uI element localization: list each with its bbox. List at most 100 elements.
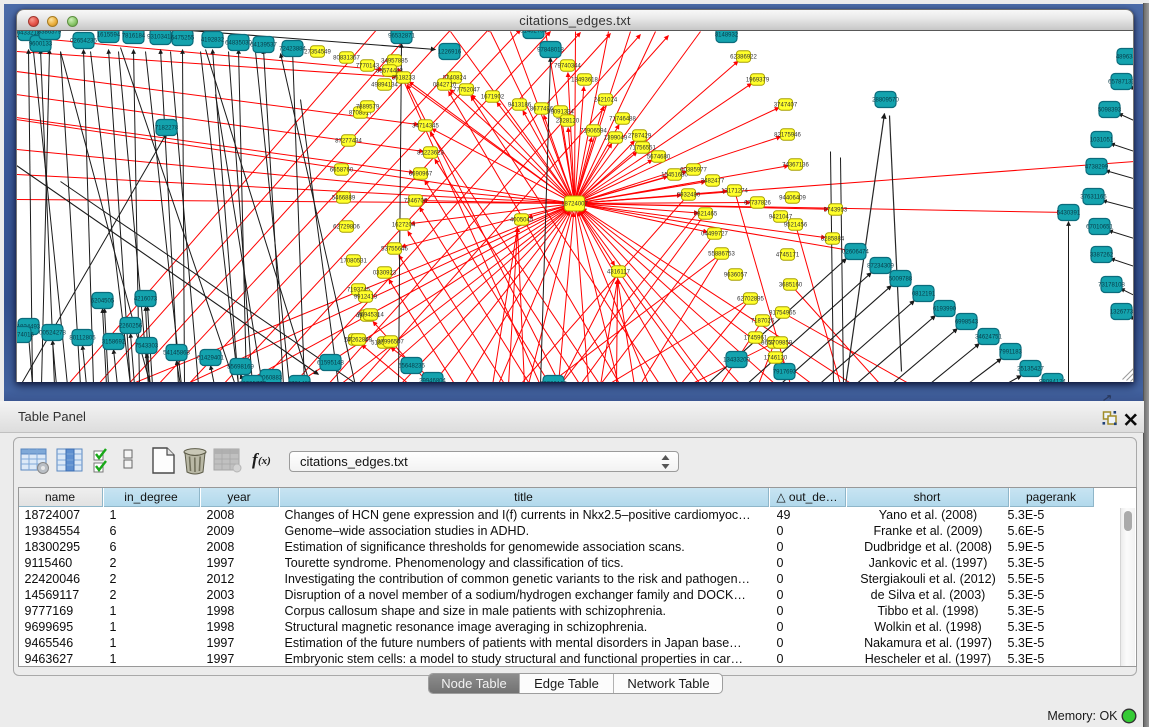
svg-text:98084124: 98084124 (1039, 380, 1066, 383)
svg-text:0330923: 0330923 (373, 271, 397, 277)
svg-text:5430391: 5430391 (1057, 211, 1081, 217)
svg-text:65787133: 65787133 (1108, 80, 1134, 86)
svg-text:3482477: 3482477 (701, 179, 725, 185)
svg-text:6998543: 6998543 (955, 320, 979, 326)
svg-text:97848018: 97848018 (537, 48, 564, 54)
svg-text:1399049: 1399049 (604, 136, 628, 142)
svg-text:3747407: 3747407 (774, 103, 798, 109)
svg-text:82175946: 82175946 (774, 133, 801, 139)
svg-text:9821465: 9821465 (694, 212, 718, 218)
svg-text:7543303: 7543303 (135, 344, 159, 350)
svg-text:51462704: 51462704 (520, 31, 547, 35)
svg-text:57262849: 57262849 (345, 338, 372, 344)
svg-text:04499727: 04499727 (701, 232, 728, 238)
svg-text:8721489: 8721489 (288, 382, 312, 383)
svg-text:3518233: 3518233 (392, 76, 416, 82)
svg-text:1746120: 1746120 (764, 356, 788, 362)
svg-text:1031051: 1031051 (1090, 138, 1114, 144)
svg-text:4192832: 4192832 (201, 38, 225, 44)
svg-text:4738299: 4738299 (1085, 165, 1109, 171)
svg-text:80831367: 80831367 (333, 56, 360, 62)
svg-text:62729806: 62729806 (333, 225, 360, 231)
svg-text:6690967: 6690967 (409, 172, 433, 178)
svg-text:37631165: 37631165 (1080, 195, 1107, 201)
svg-text:64139537: 64139537 (250, 43, 277, 49)
svg-text:0932480: 0932480 (677, 193, 701, 199)
svg-text:54145868: 54145868 (163, 351, 190, 357)
svg-text:9912419: 9912419 (354, 295, 378, 301)
svg-text:60385977: 60385977 (680, 168, 707, 174)
svg-text:1226916: 1226916 (438, 50, 462, 56)
svg-text:25135427: 25135427 (1017, 367, 1044, 373)
svg-text:3685160: 3685160 (779, 283, 803, 289)
svg-text:81223623: 81223623 (417, 151, 444, 157)
svg-text:4896383: 4896383 (1116, 55, 1134, 61)
svg-text:7816184: 7816184 (122, 34, 146, 40)
svg-text:02606474: 02606474 (842, 250, 869, 256)
svg-text:61595148: 61595148 (317, 361, 344, 367)
svg-text:7187026: 7187026 (751, 319, 775, 325)
svg-text:6204505: 6204505 (91, 299, 115, 305)
svg-text:8386379: 8386379 (38, 31, 62, 36)
svg-text:(x): (x) (258, 455, 271, 467)
svg-text:2787429: 2787429 (628, 134, 652, 140)
svg-text:80112805: 80112805 (69, 336, 96, 342)
svg-text:13171274: 13171274 (721, 189, 748, 195)
svg-text:87234309: 87234309 (867, 264, 894, 270)
svg-text:02654235: 02654235 (70, 39, 97, 45)
svg-text:34624751: 34624751 (975, 335, 1002, 341)
svg-text:64835030: 64835030 (225, 41, 252, 47)
svg-text:6193990: 6193990 (933, 307, 957, 313)
svg-text:28809570: 28809570 (872, 98, 899, 104)
svg-text:67737826: 67737826 (744, 201, 771, 207)
svg-text:1627204: 1627204 (392, 223, 416, 229)
svg-text:5098393: 5098393 (1098, 108, 1122, 114)
svg-text:2328120: 2328120 (556, 119, 580, 125)
svg-text:4216073: 4216073 (134, 297, 158, 303)
svg-text:6475255: 6475255 (171, 36, 195, 42)
svg-text:36995777: 36995777 (239, 382, 266, 383)
svg-text:9636057: 9636057 (724, 273, 748, 279)
svg-text:9521456: 9521456 (784, 223, 808, 229)
svg-text:9413186: 9413186 (508, 103, 532, 109)
svg-text:62386922: 62386922 (730, 55, 757, 61)
svg-text:18724007: 18724007 (561, 202, 588, 208)
svg-text:7889579: 7889579 (356, 105, 380, 111)
svg-text:2260256: 2260256 (119, 324, 143, 330)
svg-text:87277434: 87277434 (335, 139, 362, 145)
svg-text:7917693: 7917693 (773, 370, 797, 376)
svg-text:34874016: 34874016 (17, 333, 35, 339)
svg-text:01429401: 01429401 (197, 356, 224, 362)
svg-text:13493618: 13493618 (571, 78, 598, 84)
svg-text:94406409: 94406409 (779, 196, 806, 202)
svg-text:34714345: 34714345 (412, 124, 439, 130)
svg-text:3158692: 3158692 (102, 340, 126, 346)
svg-text:6658760: 6658760 (330, 168, 354, 174)
svg-text:1969379: 1969379 (746, 78, 770, 84)
svg-text:65648236: 65648236 (398, 364, 425, 370)
svg-text:4005045: 4005045 (510, 218, 534, 224)
svg-text:7182278: 7182278 (155, 126, 179, 132)
svg-text:00524278: 00524278 (39, 331, 66, 337)
svg-text:67010651: 67010651 (1086, 225, 1113, 231)
svg-text:29946804: 29946804 (419, 379, 446, 383)
svg-text:9600133: 9600133 (29, 42, 53, 48)
svg-text:79740344: 79740344 (554, 64, 581, 70)
svg-text:5466889: 5466889 (332, 196, 356, 202)
svg-text:27354549: 27354549 (304, 50, 331, 56)
svg-text:71756551: 71756551 (629, 146, 656, 152)
svg-text:3285884: 3285884 (821, 237, 845, 243)
svg-text:55886753: 55886753 (708, 252, 735, 258)
svg-text:55698169: 55698169 (227, 365, 254, 371)
svg-text:3387262: 3387262 (1090, 253, 1114, 259)
svg-text:71906594: 71906594 (580, 129, 607, 135)
svg-text:9743953: 9743953 (824, 208, 848, 214)
svg-text:5009788: 5009788 (889, 277, 913, 283)
svg-text:8148932: 8148932 (715, 33, 739, 39)
svg-text:73178108: 73178108 (1098, 283, 1125, 289)
svg-text:0812191: 0812191 (912, 292, 936, 298)
svg-text:5674680: 5674680 (647, 155, 671, 161)
svg-text:2421024: 2421024 (594, 98, 618, 104)
svg-text:74367136: 74367136 (782, 163, 809, 169)
svg-text:7346706: 7346706 (404, 199, 428, 205)
